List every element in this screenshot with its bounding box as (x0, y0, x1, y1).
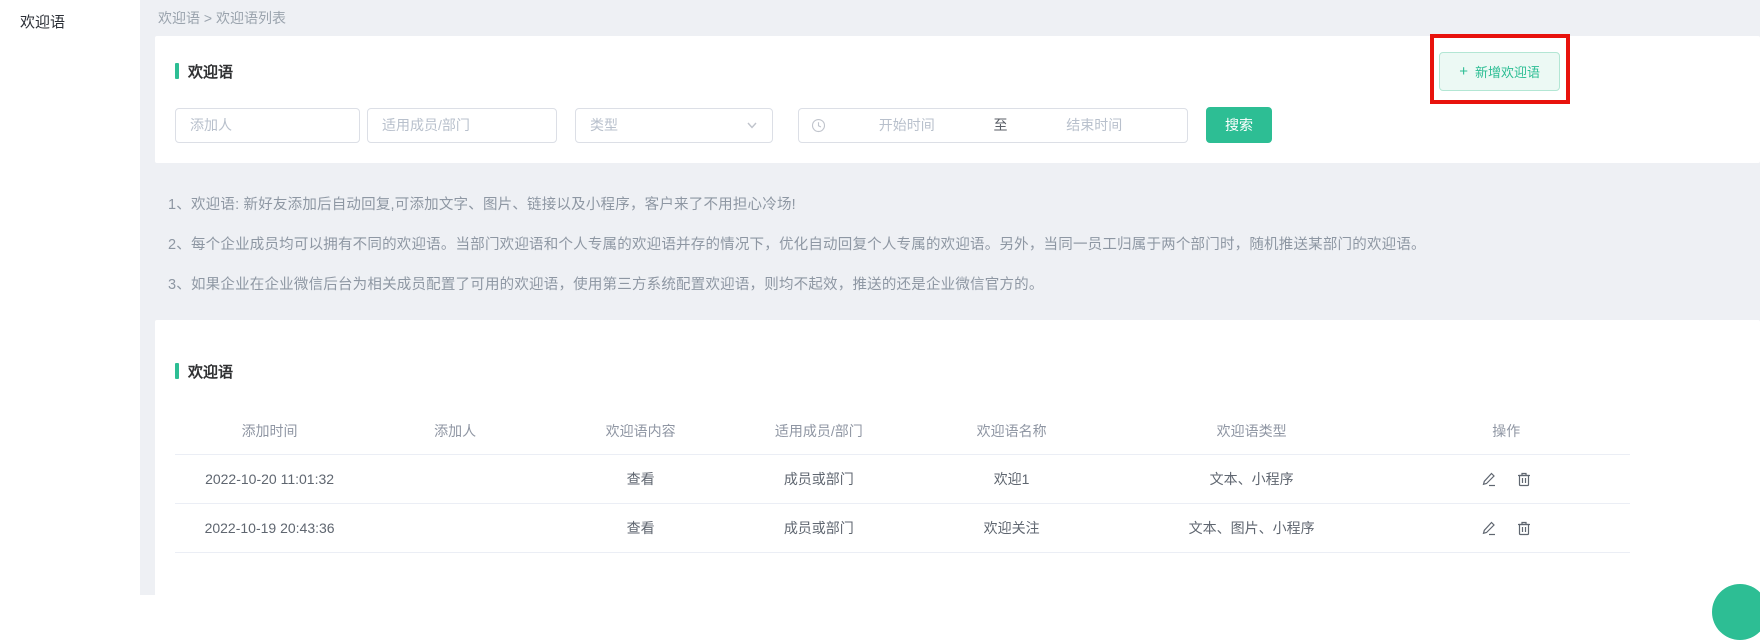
col-members: 适用成员/部门 (735, 408, 902, 455)
edit-icon[interactable] (1481, 471, 1497, 487)
add-welcome-button[interactable]: + 新增欢迎语 (1439, 52, 1560, 91)
search-button[interactable]: 搜索 (1206, 107, 1272, 143)
cell-content-view-link[interactable]: 查看 (546, 455, 735, 504)
floating-action-button[interactable] (1712, 584, 1760, 640)
instruction-line-2: 2、每个企业成员均可以拥有不同的欢迎语。当部门欢迎语和个人专属的欢迎语并存的情况… (168, 233, 1740, 254)
cell-add-time: 2022-10-19 20:43:36 (175, 504, 364, 553)
table-card: 欢迎语 添加时间 添加人 欢迎语内容 适用成员/部门 欢迎语名称 欢迎语类型 操… (155, 320, 1760, 595)
cell-add-time: 2022-10-20 11:01:32 (175, 455, 364, 504)
type-select-placeholder: 类型 (590, 115, 746, 135)
clock-icon (811, 118, 826, 133)
col-type: 欢迎语类型 (1121, 408, 1383, 455)
type-select[interactable]: 类型 (575, 108, 773, 143)
cell-adder (364, 504, 546, 553)
table-card-title: 欢迎语 (188, 361, 233, 382)
col-name: 欢迎语名称 (902, 408, 1120, 455)
main-content: 欢迎语 > 欢迎语列表 欢迎语 + 新增欢迎语 类型 (140, 0, 1760, 595)
table-row: 2022-10-20 11:01:32 查看 成员或部门 欢迎1 文本、小程序 (175, 455, 1630, 504)
cell-adder (364, 455, 546, 504)
card-title: 欢迎语 (188, 61, 233, 82)
col-content: 欢迎语内容 (546, 408, 735, 455)
sidebar-item-welcome-message[interactable]: 欢迎语 (0, 0, 140, 43)
end-time-input[interactable] (1014, 117, 1176, 133)
date-range-picker[interactable]: 至 (798, 108, 1188, 143)
breadcrumb: 欢迎语 > 欢迎语列表 (140, 0, 1760, 36)
date-range-separator: 至 (988, 115, 1014, 135)
accent-bar (175, 363, 179, 379)
cell-content-view-link[interactable]: 查看 (546, 504, 735, 553)
cell-type: 文本、小程序 (1121, 455, 1383, 504)
cell-members: 成员或部门 (735, 455, 902, 504)
plus-icon: + (1459, 64, 1468, 79)
table-row: 2022-10-19 20:43:36 查看 成员或部门 欢迎关注 文本、图片、… (175, 504, 1630, 553)
instruction-line-1: 1、欢迎语: 新好友添加后自动回复,可添加文字、图片、链接以及小程序，客户来了不… (168, 193, 1740, 214)
table-header-row: 添加时间 添加人 欢迎语内容 适用成员/部门 欢迎语名称 欢迎语类型 操作 (175, 408, 1630, 455)
edit-icon[interactable] (1481, 520, 1497, 536)
cell-name: 欢迎关注 (902, 504, 1120, 553)
filter-row: 类型 至 搜索 (175, 107, 1760, 143)
accent-bar (175, 63, 179, 79)
filter-card: 欢迎语 + 新增欢迎语 类型 (155, 36, 1760, 163)
cell-members: 成员或部门 (735, 504, 902, 553)
col-adder: 添加人 (364, 408, 546, 455)
cell-type: 文本、图片、小程序 (1121, 504, 1383, 553)
chevron-down-icon (746, 119, 758, 131)
start-time-input[interactable] (826, 117, 988, 133)
welcome-message-table: 添加时间 添加人 欢迎语内容 适用成员/部门 欢迎语名称 欢迎语类型 操作 20… (175, 408, 1630, 553)
col-actions: 操作 (1383, 408, 1630, 455)
add-welcome-button-label: 新增欢迎语 (1475, 62, 1540, 81)
sidebar: 欢迎语 (0, 0, 140, 595)
cell-name: 欢迎1 (902, 455, 1120, 504)
delete-icon[interactable] (1516, 520, 1532, 536)
instructions: 1、欢迎语: 新好友添加后自动回复,可添加文字、图片、链接以及小程序，客户来了不… (140, 163, 1760, 320)
instruction-line-3: 3、如果企业在企业微信后台为相关成员配置了可用的欢迎语，使用第三方系统配置欢迎语… (168, 273, 1740, 294)
adder-input[interactable] (175, 108, 360, 143)
member-department-input[interactable] (367, 108, 557, 143)
col-add-time: 添加时间 (175, 408, 364, 455)
delete-icon[interactable] (1516, 471, 1532, 487)
